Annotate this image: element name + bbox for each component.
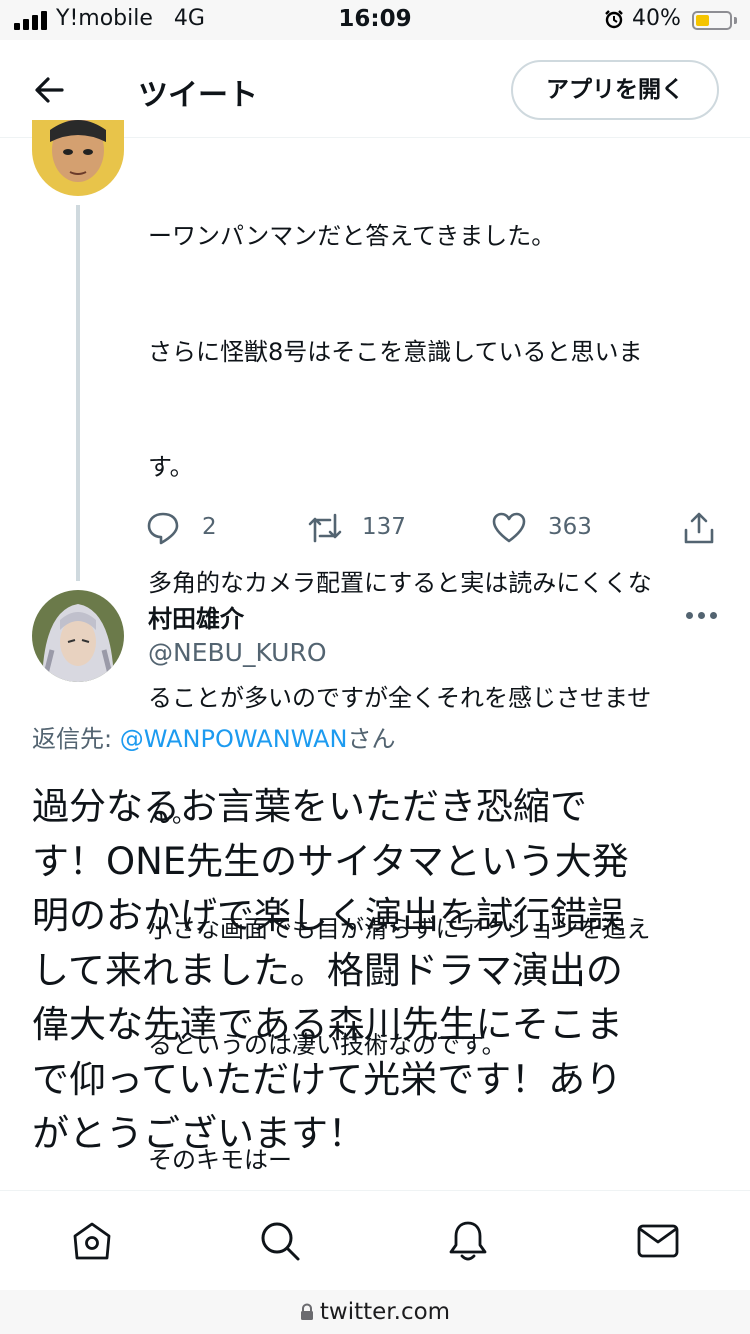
tweet-action-bar: 2 137 363 xyxy=(0,510,750,550)
reply-to-suffix: さん xyxy=(347,725,396,753)
search-icon[interactable] xyxy=(258,1219,302,1263)
share-icon[interactable] xyxy=(682,510,716,546)
reply-count: 2 xyxy=(202,514,217,540)
battery-icon xyxy=(692,11,732,30)
lock-icon xyxy=(300,1303,313,1320)
arrow-left-icon[interactable] xyxy=(30,70,70,110)
text-line: して来れました。格闘ドラマ演出の xyxy=(32,948,623,992)
text-line: で仰っていただけて光栄です！あり xyxy=(32,1057,623,1101)
text-line: ーワンパンマンだと答えてきました。 xyxy=(148,222,556,250)
open-app-button[interactable]: アプリを開く xyxy=(511,60,719,120)
text-line: 多角的なカメラ配置にすると実は読みにくくな xyxy=(148,568,652,597)
browser-url-bar[interactable]: twitter.com xyxy=(0,1290,750,1334)
like-count: 363 xyxy=(548,514,592,540)
url-text: twitter.com xyxy=(319,1299,451,1325)
author-handle[interactable]: @NEBU_KURO xyxy=(148,638,327,667)
reply-to-label: 返信先: xyxy=(32,725,120,753)
author-display-name[interactable]: 村田雄介 xyxy=(148,599,244,634)
text-line: さらに怪獣8号はそこを意識していると思いま xyxy=(148,337,643,366)
text-line: す！ONE先生のサイタマという大発 xyxy=(32,839,629,883)
text-line: ることが多いのですが全くそれを感じさせませ xyxy=(148,684,652,712)
retweet-icon[interactable] xyxy=(306,510,344,546)
status-bar: Y!mobile 4G 16:09 40% xyxy=(0,0,750,40)
text-line: す。 xyxy=(148,453,194,481)
text-line: 明のおかげで楽しく演出を試行錯誤 xyxy=(32,894,624,937)
battery-cap xyxy=(734,17,737,24)
notifications-icon[interactable] xyxy=(446,1219,490,1263)
bottom-navigation-bar xyxy=(0,1190,750,1290)
more-options-icon[interactable] xyxy=(682,604,722,628)
reply-to-line: 返信先: @WANPOWANWANさん xyxy=(32,719,395,754)
text-line: 過分なるお言葉をいただき恐縮で xyxy=(32,785,587,828)
messages-icon[interactable] xyxy=(636,1219,680,1263)
reply-icon[interactable] xyxy=(146,510,180,546)
retweet-count: 137 xyxy=(362,514,406,540)
reply-to-mention-link[interactable]: @WANPOWANWAN xyxy=(120,725,348,753)
reply-tweet-avatar[interactable] xyxy=(32,590,124,682)
text-line: 偉大な先達である森川先生にそこま xyxy=(32,1003,623,1046)
page-title: ツイート xyxy=(138,78,258,113)
tweet-body-text: 過分なるお言葉をいただき恐縮で す！ONE先生のサイタマという大発 明のおかげで… xyxy=(32,780,722,1162)
battery-percentage: 40% xyxy=(632,6,681,31)
home-icon[interactable] xyxy=(70,1219,114,1263)
previous-tweet-avatar[interactable] xyxy=(32,120,124,196)
like-icon[interactable] xyxy=(492,510,526,546)
alarm-icon xyxy=(605,10,623,29)
text-line: がとうございます！ xyxy=(32,1112,365,1155)
